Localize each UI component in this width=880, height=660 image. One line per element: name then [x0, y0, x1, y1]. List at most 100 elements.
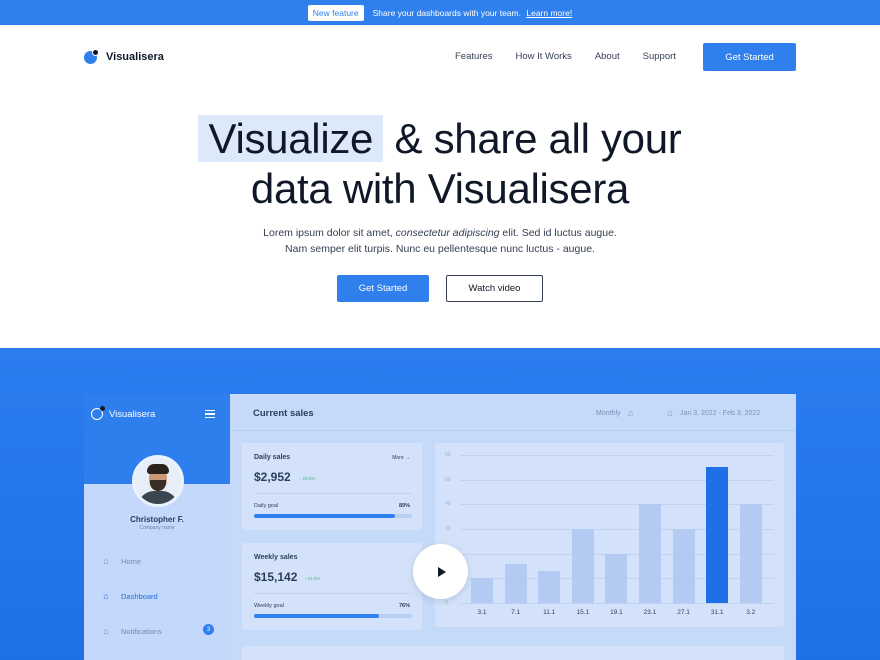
daily-change: ↑ 23.8%: [299, 476, 316, 481]
divider: [254, 593, 412, 594]
watch-video-button[interactable]: Watch video: [446, 275, 543, 302]
summary-card: [242, 646, 784, 660]
sidebar-brand-name: Visualisera: [109, 408, 156, 420]
sidebar-item-label: Notifications: [121, 626, 162, 636]
brand-name: Visualisera: [106, 50, 164, 63]
y-tick-label: 40: [445, 501, 451, 508]
hero-title-highlight: Visualize: [198, 115, 384, 162]
user-company: Company name: [139, 525, 175, 531]
card-title: Daily sales: [254, 454, 291, 461]
menu-toggle-icon[interactable]: [205, 410, 215, 418]
sidebar-item-notifications[interactable]: ⌂ Notifications 3: [101, 624, 216, 636]
date-range-label: Jan 3, 2022 - Feb 3, 2022: [680, 409, 761, 417]
avatar: [132, 455, 184, 507]
x-tick-label: 19.1: [610, 609, 623, 616]
x-tick-label: 23.1: [643, 609, 657, 616]
divider: [254, 493, 412, 494]
chart-bar: [739, 504, 762, 603]
daily-sales-value: $2,952: [254, 470, 291, 484]
play-icon: [438, 566, 446, 577]
weekly-goal-label: Weekly goal: [254, 603, 284, 609]
hero-title-rest: & share all your: [394, 115, 682, 162]
x-tick-label: 31.1: [710, 609, 724, 616]
sidebar-logo: Visualisera: [91, 406, 156, 420]
daily-goal-label: Daily goal: [254, 503, 279, 509]
chart-bar: [706, 467, 729, 603]
x-tick-label: 11.1: [543, 609, 556, 616]
period-filter-label: Monthly: [596, 409, 621, 417]
home-icon: ⌂: [667, 408, 673, 418]
learn-more-link[interactable]: Learn more!: [526, 8, 572, 18]
home-icon: ⌂: [627, 408, 634, 418]
new-feature-badge: New feature: [307, 4, 364, 21]
dashboard-header: Current sales Monthly ⌂ ⌂ Jan 3, 2022 - …: [230, 394, 796, 431]
weekly-goal-progress-fill: [254, 614, 379, 618]
home-icon: ⌂: [103, 556, 109, 566]
daily-goal-progress: [254, 514, 412, 518]
home-icon: ⌂: [103, 591, 109, 601]
logo-icon: [84, 49, 99, 64]
site-logo[interactable]: Visualisera: [84, 49, 164, 64]
period-filter[interactable]: Monthly ⌂: [596, 408, 636, 418]
chart-bar: [471, 578, 493, 603]
nav-get-started-button[interactable]: Get Started: [703, 43, 796, 71]
card-title: Weekly sales: [254, 554, 298, 561]
daily-goal-percent: 89%: [398, 503, 410, 509]
chart-bar: [571, 529, 594, 603]
announcement-text: Share your dashboards with your team. Le…: [373, 8, 573, 18]
announcement-message: Share your dashboards with your team.: [372, 7, 521, 18]
nav-item-support[interactable]: Support: [643, 51, 676, 62]
chart-bar: [672, 529, 695, 603]
nav-item-how-it-works[interactable]: How It Works: [516, 51, 572, 62]
sidebar-item-dashboard[interactable]: ⌂ Dashboard: [101, 591, 216, 601]
hero-get-started-button[interactable]: Get Started: [337, 275, 429, 302]
dashboard-preview: Visualisera Christopher F. Company name …: [84, 394, 796, 660]
hero-title: Visualize & share all your data with Vis…: [0, 114, 880, 214]
daily-goal-progress-fill: [254, 514, 395, 518]
home-icon: ⌂: [103, 626, 109, 636]
hero-desc-emphasis: consectetur adipiscing: [395, 227, 500, 239]
hero-desc-part: elit. Sed id luctus augue.: [499, 227, 617, 239]
more-link[interactable]: More →: [392, 455, 410, 461]
y-tick-label: 60: [445, 452, 451, 458]
nav-item-about[interactable]: About: [595, 51, 620, 62]
y-tick-label: 30: [445, 526, 451, 532]
hero-desc-line2: Nam semper elit turpis. Nunc eu pellente…: [285, 243, 595, 255]
x-tick-label: 7.1: [511, 609, 521, 616]
hero-description: Lorem ipsum dolor sit amet, consectetur …: [0, 225, 880, 257]
weekly-change: ↑ 23.8%: [304, 576, 321, 581]
sidebar-item-label: Dashboard: [121, 591, 158, 601]
sidebar-item-label: Home: [121, 556, 142, 566]
chart-bar: [504, 563, 527, 603]
gridline: [460, 603, 774, 604]
date-range-picker[interactable]: ⌂ Jan 3, 2022 - Feb 3, 2022: [665, 408, 760, 418]
gridline: [460, 455, 774, 456]
weekly-goal-percent: 76%: [398, 603, 410, 609]
logo-icon: [91, 406, 105, 420]
x-tick-label: 3.2: [746, 609, 756, 616]
weekly-sales-value: $15,142: [254, 570, 298, 584]
y-tick-label: 50: [445, 476, 451, 483]
dashboard-main: Current sales Monthly ⌂ ⌂ Jan 3, 2022 - …: [230, 394, 796, 660]
daily-sales-card: Daily sales More → $2,952 ↑ 23.8% Daily …: [242, 443, 422, 530]
weekly-sales-card: Weekly sales $15,142 ↑ 23.8% Weekly goal…: [242, 543, 422, 630]
dashboard-title: Current sales: [253, 408, 314, 419]
announcement-bar: New feature Share your dashboards with y…: [0, 0, 880, 25]
chart-bar: [639, 504, 661, 603]
main-nav: Features How It Works About Support: [455, 51, 676, 62]
x-tick-label: 15.1: [576, 609, 590, 616]
weekly-goal-progress: [254, 614, 412, 618]
user-name: Christopher F.: [130, 515, 184, 524]
dashboard-showcase: Visualisera Christopher F. Company name …: [0, 348, 880, 660]
x-tick-label: 27.1: [677, 609, 690, 616]
sidebar-item-home[interactable]: ⌂ Home: [101, 556, 216, 566]
hero-title-line2: data with Visualisera: [250, 165, 630, 212]
dashboard-sidebar: Visualisera Christopher F. Company name …: [84, 394, 230, 660]
hero-desc-part: Lorem ipsum dolor sit amet,: [263, 227, 396, 239]
y-tick-label: 0: [445, 600, 448, 606]
chart-bar: [605, 553, 628, 603]
nav-item-features[interactable]: Features: [455, 51, 493, 62]
play-video-button[interactable]: [413, 544, 468, 599]
chart-bar: [538, 570, 561, 603]
notification-count-badge: 3: [203, 624, 214, 635]
